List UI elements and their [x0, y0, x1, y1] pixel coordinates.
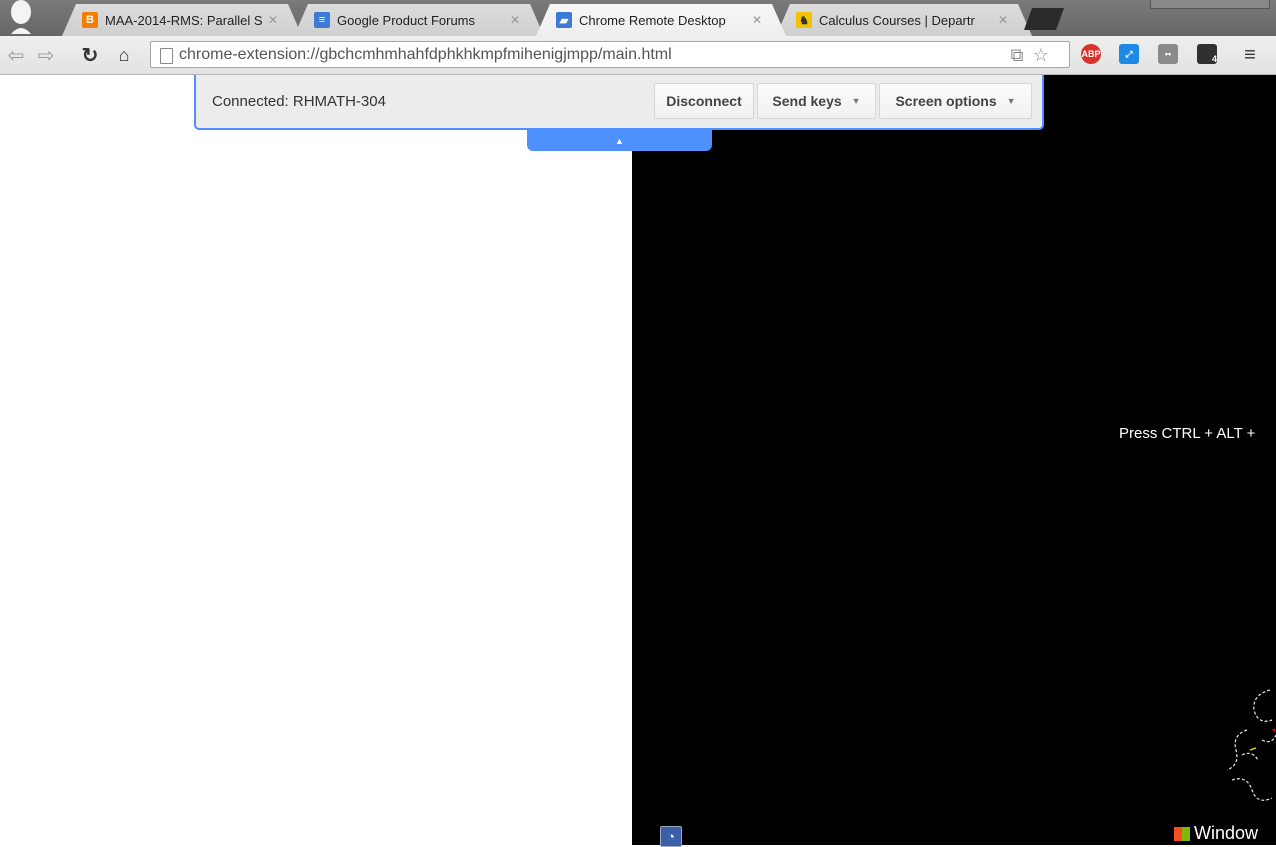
chevron-down-icon: ▼: [1006, 96, 1016, 106]
tab-title: MAA-2014-RMS: Parallel S: [105, 12, 262, 28]
page-icon: [160, 48, 173, 64]
address-bar[interactable]: ⧉ ☆: [150, 41, 1070, 68]
connection-status: Connected: RHMATH-304: [212, 93, 386, 110]
tab-chrome-remote-desktop[interactable]: ▰ Chrome Remote Desktop ✕: [536, 4, 786, 36]
tab-calculus-courses[interactable]: ♞ Calculus Courses | Departr ✕: [776, 4, 1032, 36]
blogger-icon: B: [82, 12, 98, 28]
send-keys-button[interactable]: Send keys ▼: [757, 83, 876, 119]
bookmark-star-icon[interactable]: ☆: [1031, 45, 1051, 65]
menu-icon[interactable]: ≡: [1238, 43, 1262, 67]
url-input[interactable]: [179, 43, 999, 66]
reload-icon[interactable]: ↻: [78, 43, 102, 67]
expand-icon[interactable]: ⤢: [1119, 44, 1139, 64]
ease-of-access-icon[interactable]: ◔: [660, 826, 682, 847]
forums-icon: ≡: [314, 12, 330, 28]
window-controls[interactable]: [1150, 0, 1270, 9]
screen-options-label: Screen options: [895, 93, 997, 109]
windows-brand: Window: [1174, 823, 1258, 844]
wyoming-cowboy-icon: ♞: [796, 12, 812, 28]
forward-arrow-icon[interactable]: ⇨: [34, 43, 58, 67]
collapse-bar-handle[interactable]: ▲: [527, 130, 712, 151]
tab-maa-2014[interactable]: B MAA-2014-RMS: Parallel S ✕: [62, 4, 302, 36]
tab-title: Chrome Remote Desktop: [579, 12, 726, 28]
browser-toolbar: ⇦ ⇨ ↻ ⌂ ⧉ ☆ ABP ⤢ •• 4 ≡: [0, 36, 1276, 75]
windows-text: Window: [1194, 823, 1259, 843]
new-tab-button[interactable]: [1024, 8, 1064, 30]
extension-gray-icon[interactable]: ••: [1158, 44, 1178, 64]
chevron-down-icon: ▼: [851, 96, 861, 106]
close-icon[interactable]: ✕: [508, 13, 522, 27]
profile-avatar-icon[interactable]: [6, 0, 36, 34]
screen-options-button[interactable]: Screen options ▼: [879, 83, 1032, 119]
windows-logo-art: [1226, 689, 1276, 801]
remote-connection-bar: Connected: RHMATH-304 Disconnect Send ke…: [194, 75, 1044, 130]
disconnect-button[interactable]: Disconnect: [654, 83, 754, 119]
tab-google-product-forums[interactable]: ≡ Google Product Forums ✕: [294, 4, 544, 36]
grid-badge-icon[interactable]: 4: [1197, 44, 1217, 64]
disconnect-label: Disconnect: [666, 93, 742, 109]
page-content: Press CTRL + ALT + Window ◔: [0, 75, 1276, 847]
reader-mode-icon[interactable]: ⧉: [1007, 45, 1027, 65]
close-icon[interactable]: ✕: [266, 13, 280, 27]
tab-strip: B MAA-2014-RMS: Parallel S ✕ ≡ Google Pr…: [0, 0, 1276, 36]
adblock-plus-icon[interactable]: ABP: [1081, 44, 1101, 64]
remote-desktop-icon: ▰: [556, 12, 572, 28]
windows-flag-icon: [1174, 826, 1190, 841]
login-prompt-text: Press CTRL + ALT +: [1119, 425, 1256, 442]
remote-desktop-screen[interactable]: Press CTRL + ALT + Window ◔: [632, 75, 1276, 847]
back-arrow-icon[interactable]: ⇦: [4, 43, 28, 67]
home-icon[interactable]: ⌂: [112, 43, 136, 67]
chevron-up-icon: ▲: [615, 135, 624, 146]
close-icon[interactable]: ✕: [996, 13, 1010, 27]
close-icon[interactable]: ✕: [750, 13, 764, 27]
send-keys-label: Send keys: [772, 93, 842, 109]
tab-title: Google Product Forums: [337, 12, 476, 28]
tab-title: Calculus Courses | Departr: [819, 12, 975, 28]
